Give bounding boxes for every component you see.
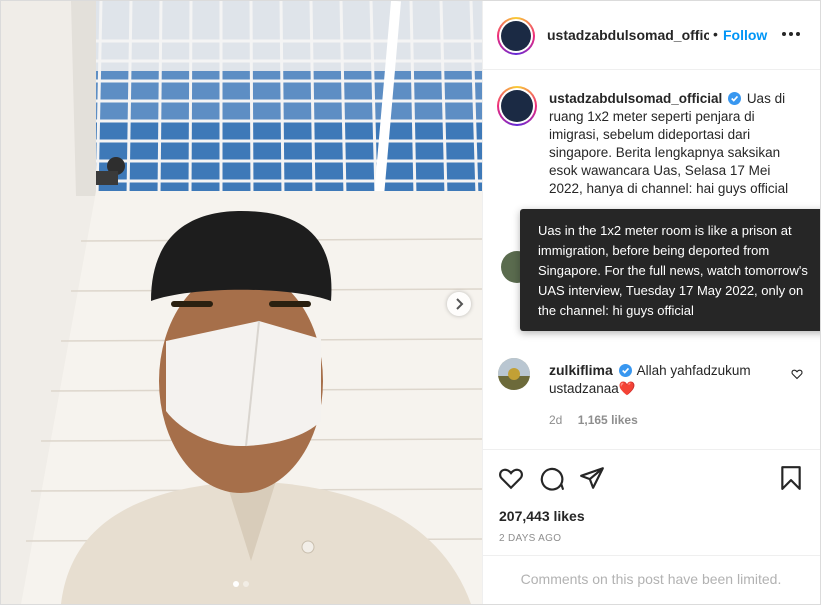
caption-text: Uas di ruang 1x2 meter seperti penjara d…: [549, 91, 789, 196]
comment-age: 2d: [549, 413, 563, 427]
follow-button[interactable]: Follow: [723, 27, 767, 43]
author-username[interactable]: ustadzabdulsomad_officia: [547, 27, 709, 43]
comment-item: zulkiflima Allah yahfadzukum ustadzanaa❤…: [549, 361, 779, 398]
heart-icon[interactable]: [498, 465, 524, 491]
chevron-right-icon: [456, 298, 464, 310]
share-icon[interactable]: [579, 465, 605, 491]
comment-likes[interactable]: 1,165 likes: [578, 413, 638, 427]
verified-icon: [618, 364, 632, 377]
post-caption: ustadzabdulsomad_official Uas di ruang 1…: [549, 90, 803, 198]
heart-emoji: ❤️: [618, 381, 636, 396]
comment-meta: 2d 1,165 likes: [549, 413, 638, 427]
post-image[interactable]: [1, 1, 482, 604]
next-slide-button[interactable]: [447, 292, 471, 316]
author-avatar[interactable]: [497, 17, 535, 55]
carousel-indicator: [233, 581, 249, 587]
caption-username[interactable]: ustadzabdulsomad_official: [549, 91, 722, 106]
separator-dot: •: [713, 26, 718, 42]
comment-username[interactable]: zulkiflima: [549, 362, 613, 378]
bookmark-icon[interactable]: [780, 465, 802, 491]
comments-limited-notice: Comments on this post have been limited.: [520, 571, 782, 587]
selfie-photo: [1, 1, 482, 604]
divider: [482, 555, 820, 556]
verified-icon: [728, 92, 742, 105]
more-icon[interactable]: [781, 24, 801, 44]
commenter-avatar[interactable]: [498, 358, 530, 390]
likes-count[interactable]: 207,443 likes: [499, 508, 585, 524]
post-header: ustadzabdulsomad_officia • Follow: [483, 1, 820, 70]
divider: [482, 449, 820, 450]
caption-avatar[interactable]: [497, 86, 537, 126]
post-dialog: ustadzabdulsomad_officia • Follow ustadz…: [0, 0, 821, 605]
carousel-dot-active: [233, 581, 239, 587]
comment-like-icon[interactable]: [791, 368, 803, 380]
post-date: 2 DAYS AGO: [499, 533, 562, 544]
carousel-dot: [243, 581, 249, 587]
comment-icon[interactable]: [539, 465, 565, 491]
translation-tooltip: Uas in the 1x2 meter room is like a pris…: [520, 209, 820, 331]
